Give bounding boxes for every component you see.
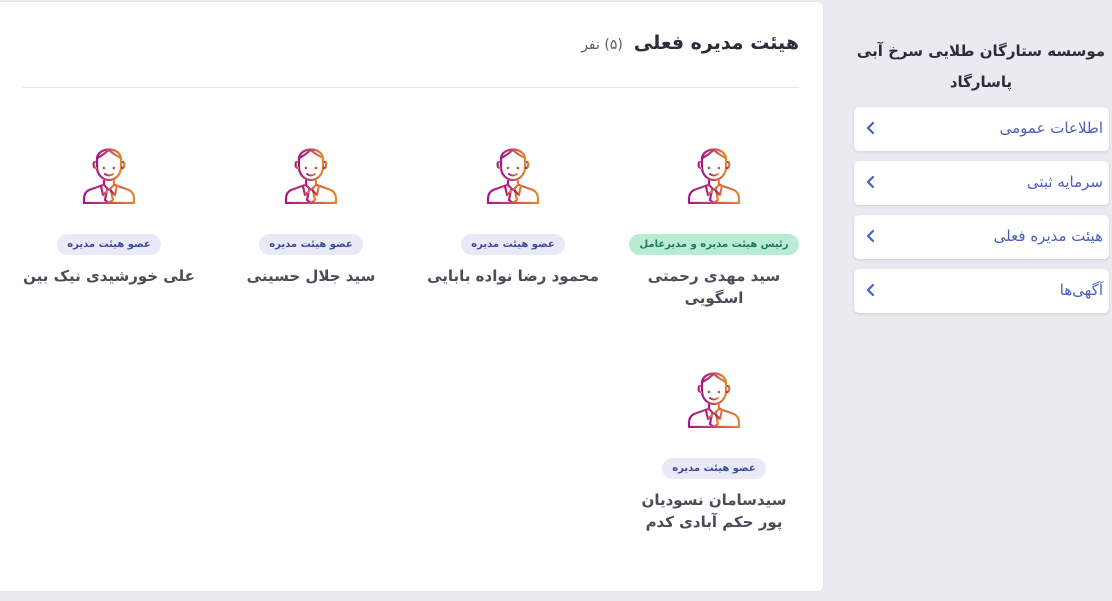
role-badge: رئیس هیئت مدیره و مدیرعامل [629, 234, 799, 255]
person-tie-icon [79, 138, 139, 204]
board-member-card: عضو هیئت مدیره محمود رضا نواده بابایی [423, 138, 603, 287]
board-member-card: رئیس هیئت مدیره و مدیرعامل سید مهدی رحمت… [624, 138, 804, 309]
sidebar-item-current-board[interactable]: هیئت مدیره فعلی [854, 215, 1109, 259]
member-name: محمود رضا نواده بابایی [427, 267, 599, 285]
board-member-card: عضو هیئت مدیره علی خورشیدی نیک بین [19, 138, 199, 287]
person-tie-icon [684, 362, 744, 428]
board-card: هیئت مدیره فعلی (۵) نفر رئیس هیئت مدیره … [0, 2, 823, 591]
member-name: سیدسامان نسودیان پور حکم آبادی کدم [641, 491, 787, 531]
chevron-left-icon [864, 121, 878, 135]
member-name: علی خورشیدی نیک بین [23, 267, 195, 285]
role-badge: عضو هیئت مدیره [662, 458, 766, 479]
board-member-card: عضو هیئت مدیره سیدسامان نسودیان پور حکم … [624, 362, 804, 533]
member-name: سید مهدی رحمتی اسگویی [647, 267, 781, 307]
person-tie-icon [483, 138, 543, 204]
sidebar-item-label: سرمایه ثبتی [1026, 173, 1103, 191]
sidebar-item-label: آگهی‌ها [1059, 281, 1103, 299]
board-header: هیئت مدیره فعلی (۵) نفر [581, 32, 799, 54]
role-badge: عضو هیئت مدیره [57, 234, 161, 255]
sidebar-item-registered-capital[interactable]: سرمایه ثبتی [854, 161, 1109, 205]
sidebar-item-announcements[interactable]: آگهی‌ها [854, 269, 1109, 313]
person-tie-icon [281, 138, 341, 204]
page-title: هیئت مدیره فعلی [633, 32, 799, 54]
sidebar-item-label: اطلاعات عمومی [999, 119, 1103, 137]
member-name: سید جلال حسینی [246, 267, 376, 285]
person-tie-icon [684, 138, 744, 204]
divider [22, 87, 799, 88]
member-count: (۵) نفر [581, 37, 623, 53]
role-badge: عضو هیئت مدیره [259, 234, 363, 255]
chevron-left-icon [864, 175, 878, 189]
sidebar-item-label: هیئت مدیره فعلی [993, 227, 1103, 245]
company-name: موسسه ستارگان طلایی سرخ آبی پاسارگاد [856, 42, 1106, 91]
sidebar-item-general-info[interactable]: اطلاعات عمومی [854, 107, 1109, 151]
chevron-left-icon [864, 229, 878, 243]
role-badge: عضو هیئت مدیره [461, 234, 565, 255]
chevron-left-icon [864, 283, 878, 297]
board-member-card: عضو هیئت مدیره سید جلال حسینی [221, 138, 401, 287]
